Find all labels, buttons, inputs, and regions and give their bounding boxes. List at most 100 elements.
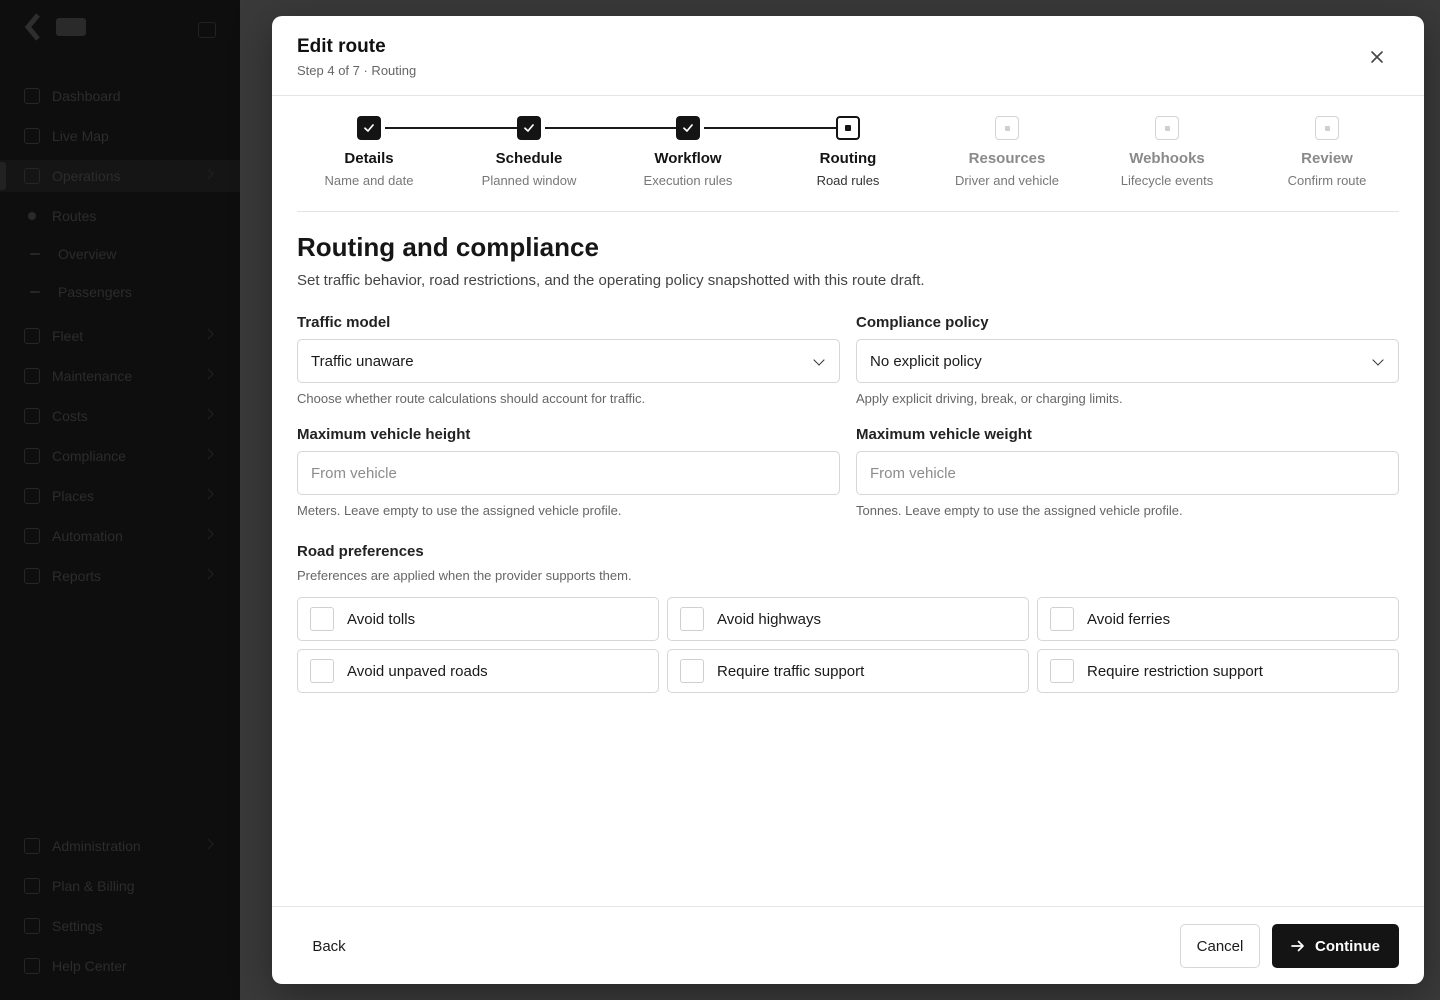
step-description: Driver and vehicle bbox=[954, 173, 1060, 188]
check-icon bbox=[364, 124, 374, 132]
nav-item-fleet: Fleet bbox=[24, 326, 83, 346]
checkbox-square bbox=[1050, 607, 1074, 631]
avoid-ferries-checkbox[interactable]: Avoid ferries bbox=[1037, 597, 1399, 641]
billing-icon bbox=[24, 878, 40, 894]
step-pending-marker bbox=[1155, 116, 1179, 140]
step-review[interactable]: Review Confirm route bbox=[1252, 116, 1402, 188]
costs-icon bbox=[24, 408, 40, 424]
avoid-unpaved-roads-checkbox[interactable]: Avoid unpaved roads bbox=[297, 649, 659, 693]
gear-icon bbox=[24, 918, 40, 934]
step-routing[interactable]: Routing Road rules bbox=[773, 116, 923, 188]
nav-label: Places bbox=[52, 488, 95, 504]
step-resources[interactable]: Resources Driver and vehicle bbox=[932, 116, 1082, 188]
checkbox-square bbox=[680, 659, 704, 683]
dash-icon bbox=[30, 291, 40, 293]
dialog-header: Edit route Step 4 of 7 · Routing bbox=[272, 16, 1424, 96]
step-description: Name and date bbox=[324, 173, 414, 188]
step-label: Webhooks bbox=[1129, 150, 1205, 167]
dash-icon bbox=[30, 253, 40, 255]
chevron-down-icon bbox=[1372, 354, 1384, 366]
nav-item-costs: Costs bbox=[24, 406, 88, 426]
nav-label: Fleet bbox=[52, 328, 84, 344]
arrow-right-icon bbox=[1291, 940, 1304, 952]
nav-label: Settings bbox=[52, 918, 103, 934]
cancel-button[interactable]: Cancel bbox=[1180, 924, 1260, 968]
nav-label: Dashboard bbox=[52, 88, 121, 104]
step-label: Details bbox=[344, 150, 394, 167]
nav-item-help-center: Help Center bbox=[24, 956, 127, 976]
avoid-highways-checkbox[interactable]: Avoid highways bbox=[667, 597, 1029, 641]
road-preferences-description: Preferences are applied when the provide… bbox=[297, 568, 632, 583]
nav-item-administration: Administration bbox=[24, 836, 141, 856]
continue-label: Continue bbox=[1315, 937, 1380, 955]
check-icon bbox=[683, 124, 693, 132]
avoid-tolls-checkbox[interactable]: Avoid tolls bbox=[297, 597, 659, 641]
back-button[interactable]: Back bbox=[297, 924, 361, 968]
checkbox-label: Require restriction support bbox=[1087, 662, 1263, 680]
step-complete-marker bbox=[676, 116, 700, 140]
shield-icon bbox=[24, 448, 40, 464]
step-label: Schedule bbox=[495, 150, 563, 167]
close-button[interactable] bbox=[1364, 44, 1390, 70]
step-pending-marker bbox=[1315, 116, 1339, 140]
admin-icon bbox=[24, 838, 40, 854]
map-icon bbox=[24, 128, 40, 144]
road-preferences-title: Road preferences bbox=[297, 543, 424, 560]
wrench-icon bbox=[24, 368, 40, 384]
edit-route-dialog: Edit route Step 4 of 7 · Routing Details… bbox=[272, 16, 1424, 984]
traffic-model-label: Traffic model bbox=[297, 314, 391, 331]
step-details[interactable]: Details Name and date bbox=[294, 116, 444, 188]
nav-label: Automation bbox=[52, 528, 123, 544]
step-label: Resources bbox=[968, 150, 1046, 167]
checkbox-square bbox=[1050, 659, 1074, 683]
step-webhooks[interactable]: Webhooks Lifecycle events bbox=[1092, 116, 1242, 188]
require-traffic-support-checkbox[interactable]: Require traffic support bbox=[667, 649, 1029, 693]
continue-button[interactable]: Continue bbox=[1272, 924, 1399, 968]
max-weight-input[interactable] bbox=[856, 451, 1399, 495]
compliance-policy-help: Apply explicit driving, break, or chargi… bbox=[856, 391, 1123, 406]
nav-label: Administration bbox=[52, 838, 141, 854]
step-description: Execution rules bbox=[643, 173, 733, 188]
dialog-subtitle: Step 4 of 7 · Routing bbox=[297, 63, 417, 78]
compliance-policy-label: Compliance policy bbox=[856, 314, 989, 331]
max-height-input[interactable] bbox=[297, 451, 840, 495]
nav-label: Maintenance bbox=[52, 368, 133, 384]
checkbox-square bbox=[310, 659, 334, 683]
nav-item-routes: Routes bbox=[24, 206, 96, 226]
dialog-footer: Back Cancel Continue bbox=[272, 906, 1424, 984]
traffic-model-select[interactable]: Traffic unaware bbox=[297, 339, 840, 383]
check-icon bbox=[524, 124, 534, 132]
nav-label: Compliance bbox=[52, 448, 126, 464]
traffic-model-value: Traffic unaware bbox=[311, 352, 414, 370]
step-schedule[interactable]: Schedule Planned window bbox=[454, 116, 604, 188]
section-description: Set traffic behavior, road restrictions,… bbox=[297, 272, 925, 289]
nav-item-settings: Settings bbox=[24, 916, 103, 936]
pin-icon bbox=[24, 488, 40, 504]
nav-item-compliance: Compliance bbox=[24, 446, 126, 466]
nav-item-passengers: Passengers bbox=[30, 282, 132, 302]
step-description: Confirm route bbox=[1287, 173, 1367, 188]
chevron-icon bbox=[202, 568, 214, 580]
step-description: Road rules bbox=[816, 173, 880, 188]
step-complete-marker bbox=[517, 116, 541, 140]
step-description: Lifecycle events bbox=[1120, 173, 1214, 188]
route-dot-icon bbox=[28, 212, 36, 220]
dashboard-icon bbox=[24, 88, 40, 104]
nav-item-dashboard: Dashboard bbox=[24, 86, 121, 106]
nav-item-overview: Overview bbox=[30, 244, 116, 264]
step-pending-marker bbox=[995, 116, 1019, 140]
nav-item-maintenance: Maintenance bbox=[24, 366, 132, 386]
nav-item-reports: Reports bbox=[24, 566, 101, 586]
require-restriction-support-checkbox[interactable]: Require restriction support bbox=[1037, 649, 1399, 693]
nav-item-plan-billing: Plan & Billing bbox=[24, 876, 135, 896]
max-height-help: Meters. Leave empty to use the assigned … bbox=[297, 503, 622, 518]
nav-label: Overview bbox=[58, 246, 117, 262]
chevron-icon bbox=[202, 368, 214, 380]
step-workflow[interactable]: Workflow Execution rules bbox=[613, 116, 763, 188]
nav-label: Plan & Billing bbox=[52, 878, 135, 894]
compliance-policy-select[interactable]: No explicit policy bbox=[856, 339, 1399, 383]
compliance-policy-value: No explicit policy bbox=[870, 352, 982, 370]
step-description: Planned window bbox=[481, 173, 577, 188]
checkbox-label: Avoid highways bbox=[717, 610, 821, 628]
nav-item-automation: Automation bbox=[24, 526, 123, 546]
